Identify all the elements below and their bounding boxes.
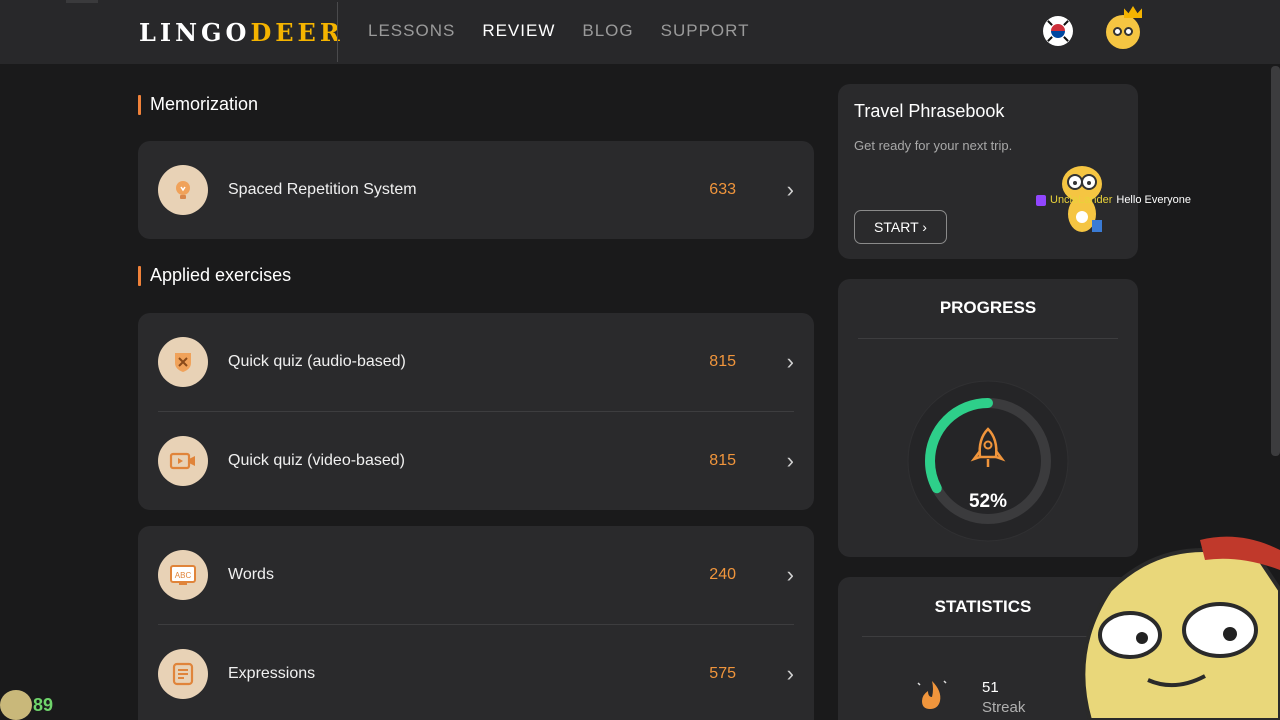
nav-blog[interactable]: BLOG [582, 21, 633, 41]
nav-lessons[interactable]: LESSONS [368, 21, 455, 41]
document-lines-icon [158, 649, 208, 699]
viewer-count: 89 [33, 695, 54, 715]
korea-flag-icon[interactable] [1043, 16, 1073, 46]
streak-label: Streak [982, 699, 1026, 716]
nav-support[interactable]: SUPPORT [661, 21, 750, 41]
svg-text:ABC: ABC [175, 571, 192, 580]
chevron-right-icon: › [786, 177, 794, 202]
list-item-spaced-repetition[interactable]: Spaced Repetition System 633 › [138, 141, 814, 239]
memorization-heading: Memorization [138, 94, 258, 115]
item-label: Spaced Repetition System [228, 181, 417, 198]
main-nav: LESSONS REVIEW BLOG SUPPORT [368, 21, 750, 41]
stream-chat-overlay: UncleLander Hello Everyone [1036, 194, 1191, 206]
list-item-words[interactable]: ABC Words 240 › [138, 526, 814, 624]
nav-review[interactable]: REVIEW [482, 21, 555, 41]
progress-divider [858, 338, 1118, 339]
travel-title: Travel Phrasebook [854, 101, 1005, 121]
audio-quiz-shield-icon [158, 337, 208, 387]
lightbulb-icon [158, 165, 208, 215]
item-count: 633 [709, 181, 736, 198]
item-label: Quick quiz (video-based) [228, 452, 405, 469]
streak-value: 51 [982, 679, 999, 696]
heading-accent-bar [138, 94, 141, 115]
item-label: Expressions [228, 665, 316, 682]
progress-card: PROGRESS 52% [838, 279, 1138, 557]
tab-indicator [66, 0, 98, 3]
chevron-right-icon: › [786, 562, 794, 587]
abc-board-icon: ABC [158, 550, 208, 600]
potato-emote-overlay [1081, 536, 1280, 720]
top-navigation-bar: LINGODEER LESSONS REVIEW BLOG SUPPORT [0, 0, 1280, 64]
list-item-quiz-audio[interactable]: Quick quiz (audio-based) 815 › [138, 313, 814, 411]
item-label: Words [228, 566, 274, 583]
item-count: 815 [709, 353, 736, 370]
list-item-expressions[interactable]: Expressions 575 › [138, 625, 814, 720]
lingodeer-logo[interactable]: LINGODEER [139, 18, 344, 47]
item-count: 815 [709, 452, 736, 469]
twitch-icon [1036, 194, 1046, 206]
chevron-right-icon: › [786, 448, 794, 473]
item-label: Quick quiz (audio-based) [228, 353, 406, 370]
applied-exercises-card: Quick quiz (audio-based) 815 › Quick qui… [138, 313, 814, 510]
user-avatar-icon[interactable] [1106, 6, 1142, 49]
progress-title: PROGRESS [939, 298, 1037, 317]
chat-username: UncleLander [1050, 194, 1113, 206]
chat-message: Hello Everyone [1116, 194, 1191, 206]
start-button[interactable]: START › [854, 210, 947, 244]
header-divider [337, 2, 338, 62]
streak-flame-icon [917, 680, 947, 709]
travel-phrasebook-card: Travel Phrasebook Get ready for your nex… [838, 84, 1138, 259]
progress-ring [907, 380, 1069, 542]
progress-percent: 52% [968, 491, 1008, 512]
chevron-right-icon: › [786, 349, 794, 374]
applied-exercises-heading: Applied exercises [138, 265, 291, 286]
video-camera-icon [158, 436, 208, 486]
pepe-emote-icon [0, 690, 32, 720]
viewer-count-badge: 89 [0, 688, 60, 720]
heading-accent-bar [138, 265, 141, 286]
item-count: 575 [709, 665, 736, 682]
travel-subtitle: Get ready for your next trip. [854, 138, 1013, 153]
chevron-right-icon: › [786, 661, 794, 686]
vocabulary-card: ABC Words 240 › Expressions 575 › [138, 526, 814, 720]
list-item-quiz-video[interactable]: Quick quiz (video-based) 815 › [138, 412, 814, 510]
item-count: 240 [709, 566, 736, 583]
scrollbar-thumb[interactable] [1271, 66, 1280, 456]
memorization-card: Spaced Repetition System 633 › [138, 141, 814, 239]
